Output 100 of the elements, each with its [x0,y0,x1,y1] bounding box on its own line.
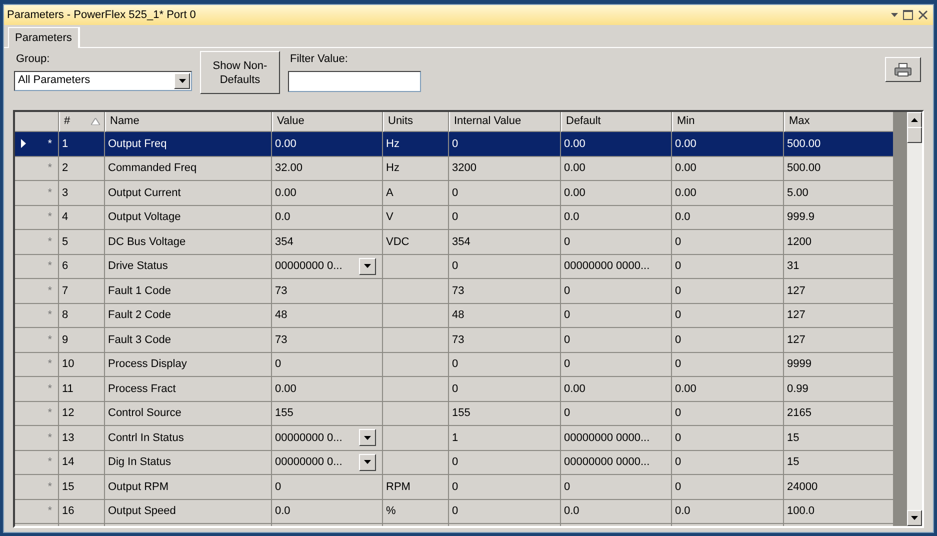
number-cell: 6 [59,254,105,279]
name-cell: Output Freq [105,132,272,156]
column-header[interactable]: Name [105,112,272,132]
internal-value-cell: 48 [449,304,561,328]
current-row-icon [21,139,26,148]
min-cell: 0 [672,352,784,377]
row-marker: * [48,259,52,274]
number-cell: 5 [59,230,105,254]
min-cell: 0 [672,450,784,475]
value-cell: 354 [272,230,383,254]
internal-value-cell: 0 [449,254,561,279]
row-marker: * [48,161,52,176]
value-cell: 73 [272,328,383,352]
dropdown-button[interactable] [174,72,190,88]
units-cell [383,450,449,475]
group-dropdown[interactable]: All Parameters [14,70,192,90]
row-marker: * [48,332,52,348]
column-header[interactable]: Units [383,112,449,132]
default-cell: 0 [561,328,672,352]
units-cell [383,352,449,377]
default-cell: 0.00 [561,377,672,402]
min-cell: 0 [672,304,784,328]
max-cell: 127 [784,304,894,328]
value-dropdown[interactable]: 00000000 0... [272,254,383,279]
row-marker: * [48,406,52,421]
value-cell: 155 [272,402,383,426]
tab[interactable]: Parameters [8,27,80,48]
caret-icon [364,460,371,464]
dropdown-button[interactable] [359,454,376,471]
name-cell: DC Bus Voltage [105,230,272,254]
number-cell: 9 [59,328,105,352]
internal-value-cell: 354 [449,230,561,254]
print-button[interactable] [885,57,921,82]
row-marker: * [48,210,52,225]
number-cell: 8 [59,304,105,328]
dropdown-button[interactable] [359,429,376,446]
max-cell: 127 [784,328,894,352]
column-header[interactable]: Max [784,112,894,132]
column-header[interactable]: Value [272,112,383,132]
maximize-icon[interactable] [903,10,913,20]
caret-icon [364,264,371,268]
name-cell: Process Display [105,352,272,377]
column-header[interactable]: # [59,112,105,132]
row-marker: * [48,455,52,470]
scroll-down-button[interactable] [907,510,922,526]
caret-icon [178,78,186,82]
default-cell: 0.00 [561,181,672,206]
number-cell: 7 [59,279,105,304]
min-cell: 0 [672,426,784,450]
column-header[interactable]: Min [672,112,784,132]
close-icon[interactable] [918,10,928,20]
units-cell: V [383,206,449,230]
vertical-scrollbar[interactable] [907,112,922,526]
value-cell: 0.00 [272,132,383,156]
default-cell: 0 [561,475,672,500]
value-cell: 0 [272,475,383,500]
dropdown-button[interactable] [359,258,376,275]
number-cell: 3 [59,181,105,206]
default-cell: 0.00 [561,132,672,156]
name-cell: Drive Status [105,254,272,279]
max-cell: 500.00 [784,156,894,181]
row-marker: * [48,308,52,323]
printer-icon [894,62,912,76]
row-marker: * [48,136,52,152]
name-cell: Control Source [105,402,272,426]
internal-value-cell: 3200 [449,156,561,181]
name-cell: Fault 2 Code [105,304,272,328]
units-cell: A [383,181,449,206]
name-cell: Contrl In Status [105,426,272,450]
internal-value-cell: 0 [449,377,561,402]
units-cell [383,254,449,279]
value-dropdown[interactable]: 00000000 0... [272,426,383,450]
min-cell: 0.0 [672,206,784,230]
value-cell: 0.0 [272,500,383,524]
name-cell: Output Current [105,181,272,206]
number-cell: 15 [59,475,105,500]
group-label: Group: [15,52,51,67]
row-header[interactable]: * [15,132,59,156]
name-cell: Process Fract [105,377,272,402]
name-cell: Output RPM [105,475,272,500]
internal-value-cell: 0 [449,450,561,475]
value-cell: 32.00 [272,156,383,181]
number-cell: 11 [59,377,105,402]
number-cell: 2 [59,156,105,181]
column-header[interactable]: Default [561,112,672,132]
up-arrow-icon [911,118,918,122]
value-dropdown[interactable]: 00000000 0... [272,450,383,475]
min-cell: 0 [672,328,784,352]
scroll-up-button[interactable] [907,112,922,128]
show-non-defaults-button[interactable]: Show Non-Defaults [200,51,280,94]
max-cell: 5.00 [784,181,894,206]
units-cell [383,377,449,402]
scroll-thumb[interactable] [907,127,922,143]
dropdown-icon[interactable] [891,13,898,17]
internal-value-cell: 0 [449,132,561,156]
column-header[interactable]: Internal Value [449,112,561,132]
default-cell: 0.00 [561,156,672,181]
units-cell: Hz [383,156,449,181]
filter-field[interactable] [288,70,421,92]
default-cell: 00000000 0000... [561,426,672,450]
